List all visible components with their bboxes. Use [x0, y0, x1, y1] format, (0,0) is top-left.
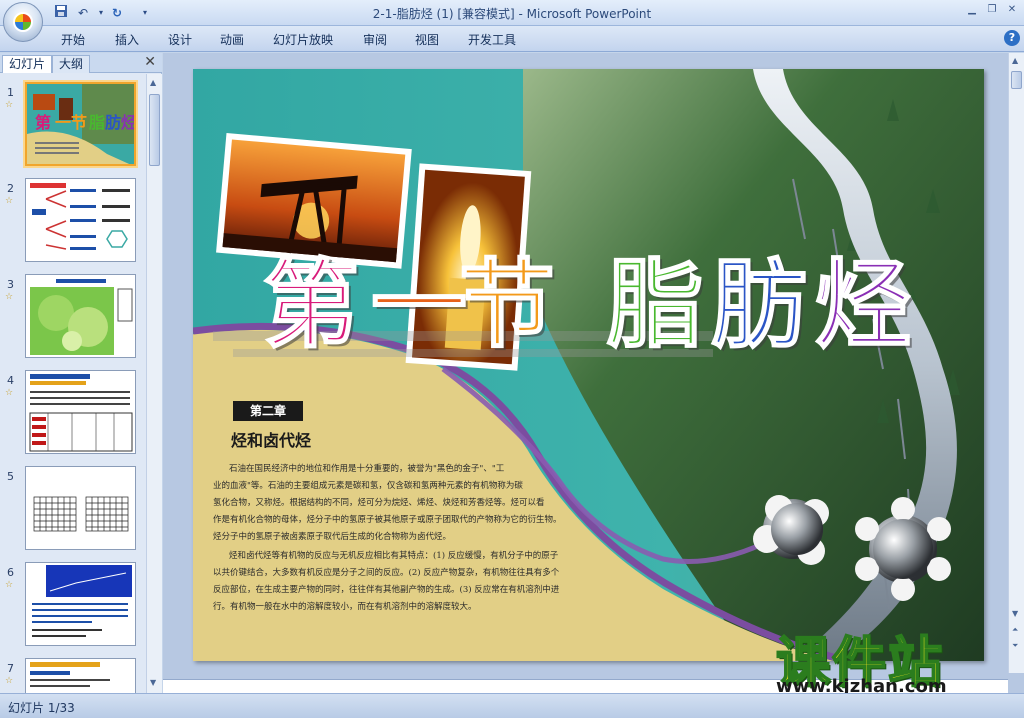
thumbnail-number: 5 — [7, 470, 14, 483]
tab-slideshow[interactable]: 幻灯片放映 — [273, 31, 333, 48]
close-window-button[interactable]: ✕ — [1004, 3, 1020, 17]
slide-thumbnail-4[interactable] — [25, 370, 136, 454]
tab-slides[interactable]: 幻灯片 — [2, 55, 53, 73]
thumbnail-list: 1 ☆ 第 一 节 脂 肪 烃 2 ☆ 3 ☆ 4 ☆ 5 6 ☆ 7 ☆ — [0, 74, 146, 693]
office-logo-icon — [13, 12, 33, 32]
paragraph-line: 烃分子中的氢原子被卤素原子取代后生成的化合物称为卤代烃。 — [213, 532, 452, 542]
svg-text:一: 一 — [55, 113, 71, 132]
slide-thumbnail-3[interactable] — [25, 274, 136, 358]
slide-thumbnail-1[interactable]: 第 一 节 脂 肪 烃 — [25, 82, 136, 166]
title-bar: ↶ ▾ ↻ ▾ 2-1-脂肪烃 (1) [兼容模式] - Microsoft P… — [0, 0, 1024, 42]
status-bar: 幻灯片 1/33 — [0, 693, 1024, 718]
slide-edit-area: 第 一 节 脂 肪 烃 第二章 烃和卤代烃 石油在国民经济中的地位和作用是十分重… — [163, 53, 1024, 693]
scroll-up-icon[interactable]: ▲ — [150, 78, 156, 87]
slide-scrollbar[interactable]: ▲ ▼ ⏶ ⏷ — [1008, 53, 1024, 673]
scroll-down-icon[interactable]: ▼ — [150, 678, 156, 687]
panel-tabs: 幻灯片 大纲 ✕ — [0, 53, 162, 73]
paragraph-line: 氢化合物，又称烃。根据结构的不同，烃可分为烷烃、烯烃、炔烃和芳香烃等。烃可以看 — [213, 498, 545, 508]
ribbon-tab-bar: 开始 插入 设计 动画 幻灯片放映 审阅 视图 开发工具 ? — [0, 26, 1024, 52]
animation-star-icon: ☆ — [5, 580, 14, 590]
thumbnail-number: 1 — [7, 86, 14, 99]
svg-text:节: 节 — [71, 113, 87, 132]
svg-text:烃: 烃 — [121, 113, 136, 132]
next-slide-icon[interactable]: ⏷ — [1012, 641, 1018, 651]
office-button[interactable] — [3, 2, 43, 42]
thumbnail-number: 7 — [7, 662, 14, 675]
tab-design[interactable]: 设计 — [168, 31, 192, 48]
animation-star-icon: ☆ — [5, 196, 14, 206]
slide-title-char-3: 节 — [458, 249, 556, 361]
scroll-up-icon[interactable]: ▲ — [1012, 56, 1018, 65]
thumbnail-number: 3 — [7, 278, 14, 291]
slide-title-char-6: 烃 — [814, 249, 912, 361]
animation-star-icon: ☆ — [5, 100, 14, 110]
animation-star-icon: ☆ — [5, 292, 14, 302]
slide-counter: 幻灯片 1/33 — [8, 701, 75, 715]
slide-thumbnail-5[interactable] — [25, 466, 136, 550]
chapter-label: 第二章 — [233, 401, 303, 421]
previous-slide-icon[interactable]: ⏶ — [1012, 625, 1018, 635]
window-title: 2-1-脂肪烃 (1) [兼容模式] - Microsoft PowerPoin… — [372, 7, 652, 21]
slide-title-char-5: 肪 — [710, 249, 808, 361]
tab-view[interactable]: 视图 — [415, 31, 439, 48]
close-icon[interactable]: ✕ — [144, 54, 156, 70]
slide-title-char-2: 一 — [370, 249, 468, 361]
svg-text:脂: 脂 — [89, 113, 105, 132]
slide-thumbnail-7[interactable] — [25, 658, 136, 693]
slide-title-char-4: 脂 — [606, 249, 704, 361]
paragraph-line: 石油在国民经济中的地位和作用是十分重要的，被誉为"黑色的金子"、"工 — [229, 464, 505, 474]
scroll-thumb[interactable] — [1011, 71, 1022, 89]
slides-panel: 幻灯片 大纲 ✕ 1 ☆ 第 一 节 脂 肪 烃 2 ☆ 3 ☆ 4 ☆ 5 6… — [0, 53, 162, 693]
animation-star-icon: ☆ — [5, 676, 14, 686]
slide-canvas[interactable]: 第 一 节 脂 肪 烃 第二章 烃和卤代烃 石油在国民经济中的地位和作用是十分重… — [193, 69, 984, 661]
restore-button[interactable]: ❐ — [984, 3, 1000, 17]
thumbnail-scrollbar[interactable]: ▲ ▼ — [146, 74, 162, 693]
tab-insert[interactable]: 插入 — [115, 31, 139, 48]
tab-developer[interactable]: 开发工具 — [468, 31, 516, 48]
slide-title-char-1: 第 — [262, 249, 360, 361]
thumbnail-number: 2 — [7, 182, 14, 195]
help-icon[interactable]: ? — [1004, 30, 1020, 46]
minimize-button[interactable]: ▁ — [964, 3, 980, 17]
svg-text:肪: 肪 — [105, 113, 121, 132]
tab-animations[interactable]: 动画 — [220, 31, 244, 48]
thumbnail-number: 4 — [7, 374, 14, 387]
tab-home[interactable]: 开始 — [61, 31, 85, 48]
slide-thumbnail-6[interactable] — [25, 562, 136, 646]
tab-review[interactable]: 审阅 — [363, 31, 387, 48]
tab-outline[interactable]: 大纲 — [52, 55, 91, 73]
paragraph-line: 反应部位，在生成主要产物的同时，往往伴有其他副产物的生成。(3) 反应常在有机溶… — [213, 585, 560, 595]
paragraph-line: 业的血液"等。石油的主要组成元素是碳和氢，仅含碳和氢两种元素的有机物称为碳 — [213, 481, 523, 491]
scroll-thumb[interactable] — [149, 94, 160, 166]
scroll-down-icon[interactable]: ▼ — [1012, 609, 1018, 618]
svg-text:第: 第 — [35, 113, 51, 132]
slide-thumbnail-2[interactable] — [25, 178, 136, 262]
paragraph-line: 烃和卤代烃等有机物的反应与无机反应相比有其特点：(1) 反应缓慢，有机分子中的原… — [229, 551, 559, 561]
paragraph-line: 行。有机物一般在水中的溶解度较小，而在有机溶剂中的溶解度较大。 — [213, 602, 477, 612]
paragraph-line: 作是有机化合物的母体，烃分子中的氢原子被其他原子或原子团取代的产物称为它的衍生物… — [213, 515, 562, 525]
paragraph-line: 以共价键结合，大多数有机反应是分子之间的反应。(2) 反应产物复杂，有机物往往具… — [213, 568, 560, 578]
chapter-subtitle: 烃和卤代烃 — [231, 431, 312, 450]
thumbnail-number: 6 — [7, 566, 14, 579]
animation-star-icon: ☆ — [5, 388, 14, 398]
